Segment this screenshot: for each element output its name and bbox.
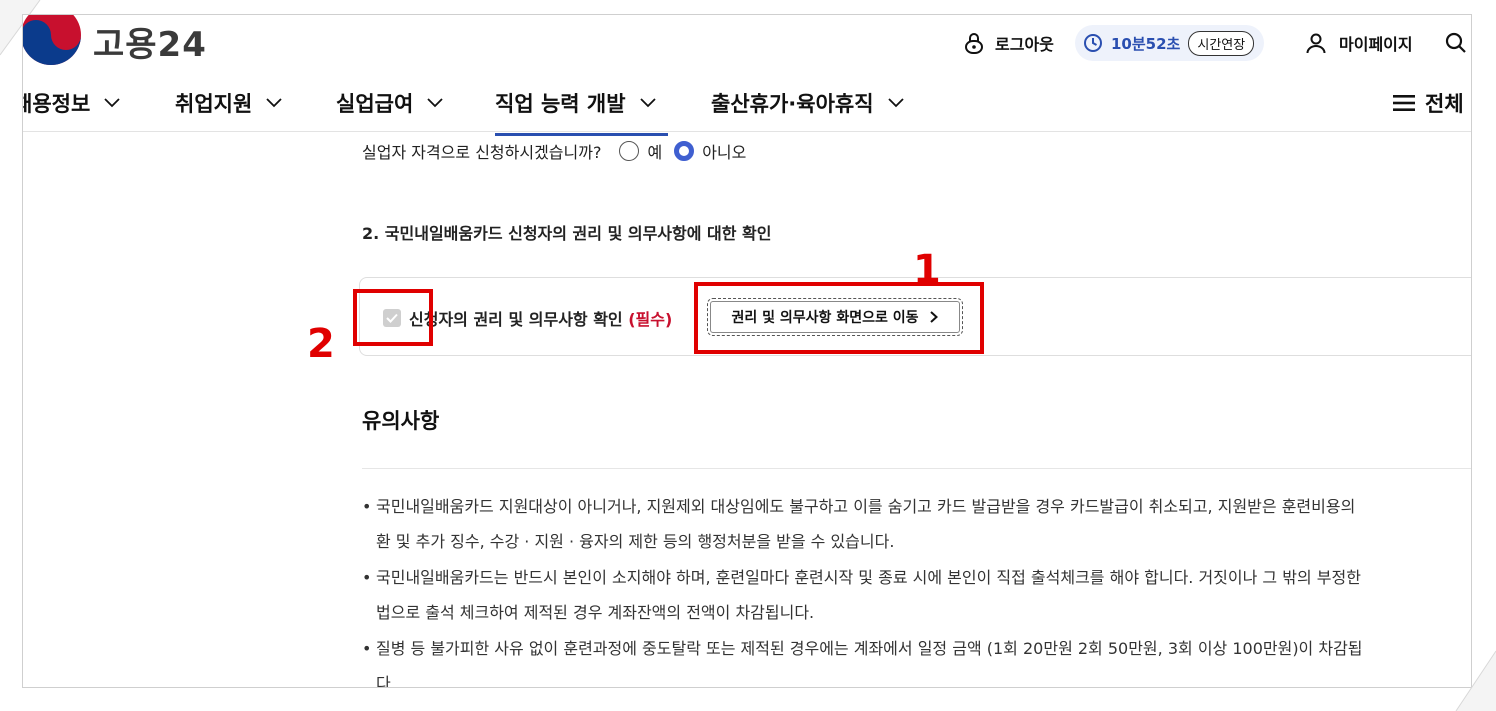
logout-button[interactable]: 로그아웃	[963, 25, 1054, 61]
chevron-down-icon	[639, 98, 656, 108]
required-tag: (필수)	[628, 310, 673, 329]
nav-item-employment-support[interactable]: 취업지원	[175, 88, 282, 118]
all-menu-label: 전체	[1425, 92, 1464, 116]
browser-page: 고용24 로그아웃 10분52초 시간연장 마이페이지 용정보 취업지원 실업급…	[23, 15, 1471, 687]
radio-yes[interactable]	[619, 141, 640, 161]
radio-no-label: 아니오	[702, 143, 747, 162]
section-2-title: 2. 국민내일배움카드 신청자의 권리 및 의무사항에 대한 확인	[362, 224, 772, 243]
nav-item-label: 출산휴가·육아휴직	[711, 92, 874, 116]
chevron-down-icon	[104, 98, 120, 108]
note-line: 질병 등 불가피한 사유 없이 훈련과정에 중도탈락 또는 제적된 경우에는 계…	[376, 639, 1363, 658]
extend-session-button[interactable]: 시간연장	[1188, 30, 1255, 56]
note-item: • 국민내일배움카드 지원대상이 아니거나, 지원제외 대상임에도 불구하고 이…	[362, 489, 1355, 559]
nav-item-label: 직업 능력 개발	[495, 92, 626, 116]
chevron-down-icon	[266, 98, 282, 108]
mypage-label: 마이페이지	[1339, 35, 1413, 54]
rights-confirm-label: 신청자의 권리 및 의무사항 확인 (필수)	[409, 306, 672, 330]
nav-item-label: 취업지원	[175, 92, 253, 116]
note-line: 법으로 출석 체크하여 제적된 경우 계좌잔액의 전액이 차감됩니다.	[376, 603, 815, 622]
site-logo-text[interactable]: 고용24	[93, 17, 207, 66]
lock-icon	[965, 33, 983, 54]
government-emblem-logo[interactable]	[23, 15, 81, 70]
note-line: 국민내일배움카드는 반드시 본인이 소지해야 하며, 훈련일마다 훈련시작 및 …	[376, 568, 1361, 587]
logout-label: 로그아웃	[995, 35, 1054, 54]
session-timer: 10분52초 시간연장	[1075, 25, 1265, 61]
main-navigation: 채용정보 취업지원 실업급여 직업 능력 개발 출산휴가·육아휴직 전체	[23, 70, 1471, 136]
mypage-link[interactable]: 마이페이지	[1305, 25, 1413, 61]
note-item: • 질병 등 불가피한 사유 없이 훈련과정에 중도탈락 또는 제적된 경우에는…	[362, 631, 1363, 687]
search-icon	[1445, 32, 1466, 53]
chevron-down-icon	[427, 98, 443, 108]
notes-divider	[362, 468, 1471, 469]
user-icon	[1306, 33, 1326, 54]
confirm-label-text: 신청자의 권리 및 의무사항 확인	[409, 310, 623, 329]
chevron-down-icon	[887, 98, 904, 108]
search-button[interactable]	[1445, 25, 1467, 61]
annotation-number-1: 1	[913, 247, 941, 293]
session-time-remaining: 10분52초	[1111, 34, 1181, 53]
question-text: 실업자 자격으로 신청하시겠습니까?	[362, 143, 602, 162]
nav-item-label: 채용정보	[23, 92, 91, 116]
radio-no[interactable]	[674, 141, 695, 161]
nav-item-jobs[interactable]: 채용정보	[23, 88, 120, 118]
bullet-icon: •	[362, 568, 372, 587]
note-item: • 국민내일배움카드는 반드시 본인이 소지해야 하며, 훈련일마다 훈련시작 …	[362, 560, 1361, 630]
note-line: 환 및 추가 징수, 수강 · 지원 · 융자의 제한 등의 행정처분을 받을 …	[376, 532, 895, 551]
annotation-box-2	[353, 289, 433, 346]
hamburger-menu-icon	[1393, 95, 1415, 111]
note-line: 국민내일배움카드 지원대상이 아니거나, 지원제외 대상임에도 불구하고 이를 …	[376, 497, 1356, 516]
nav-item-vocational-training[interactable]: 직업 능력 개발	[495, 88, 668, 136]
nav-item-unemployment-benefit[interactable]: 실업급여	[336, 88, 443, 118]
notes-heading: 유의사항	[362, 409, 440, 433]
site-header: 고용24 로그아웃 10분52초 시간연장 마이페이지	[23, 15, 1471, 70]
bullet-icon: •	[362, 497, 372, 516]
radio-yes-label: 예	[647, 143, 663, 162]
clock-icon	[1084, 34, 1102, 52]
annotation-number-2: 2	[307, 321, 335, 367]
nav-item-maternity-parental-leave[interactable]: 출산휴가·육아휴직	[711, 88, 904, 118]
nav-item-label: 실업급여	[336, 92, 414, 116]
bullet-icon: •	[362, 639, 372, 658]
note-line: 다.	[376, 674, 396, 687]
unemployed-status-question: 실업자 자격으로 신청하시겠습니까? 예 아니오	[362, 139, 746, 163]
all-menu-button[interactable]: 전체	[1393, 88, 1464, 118]
